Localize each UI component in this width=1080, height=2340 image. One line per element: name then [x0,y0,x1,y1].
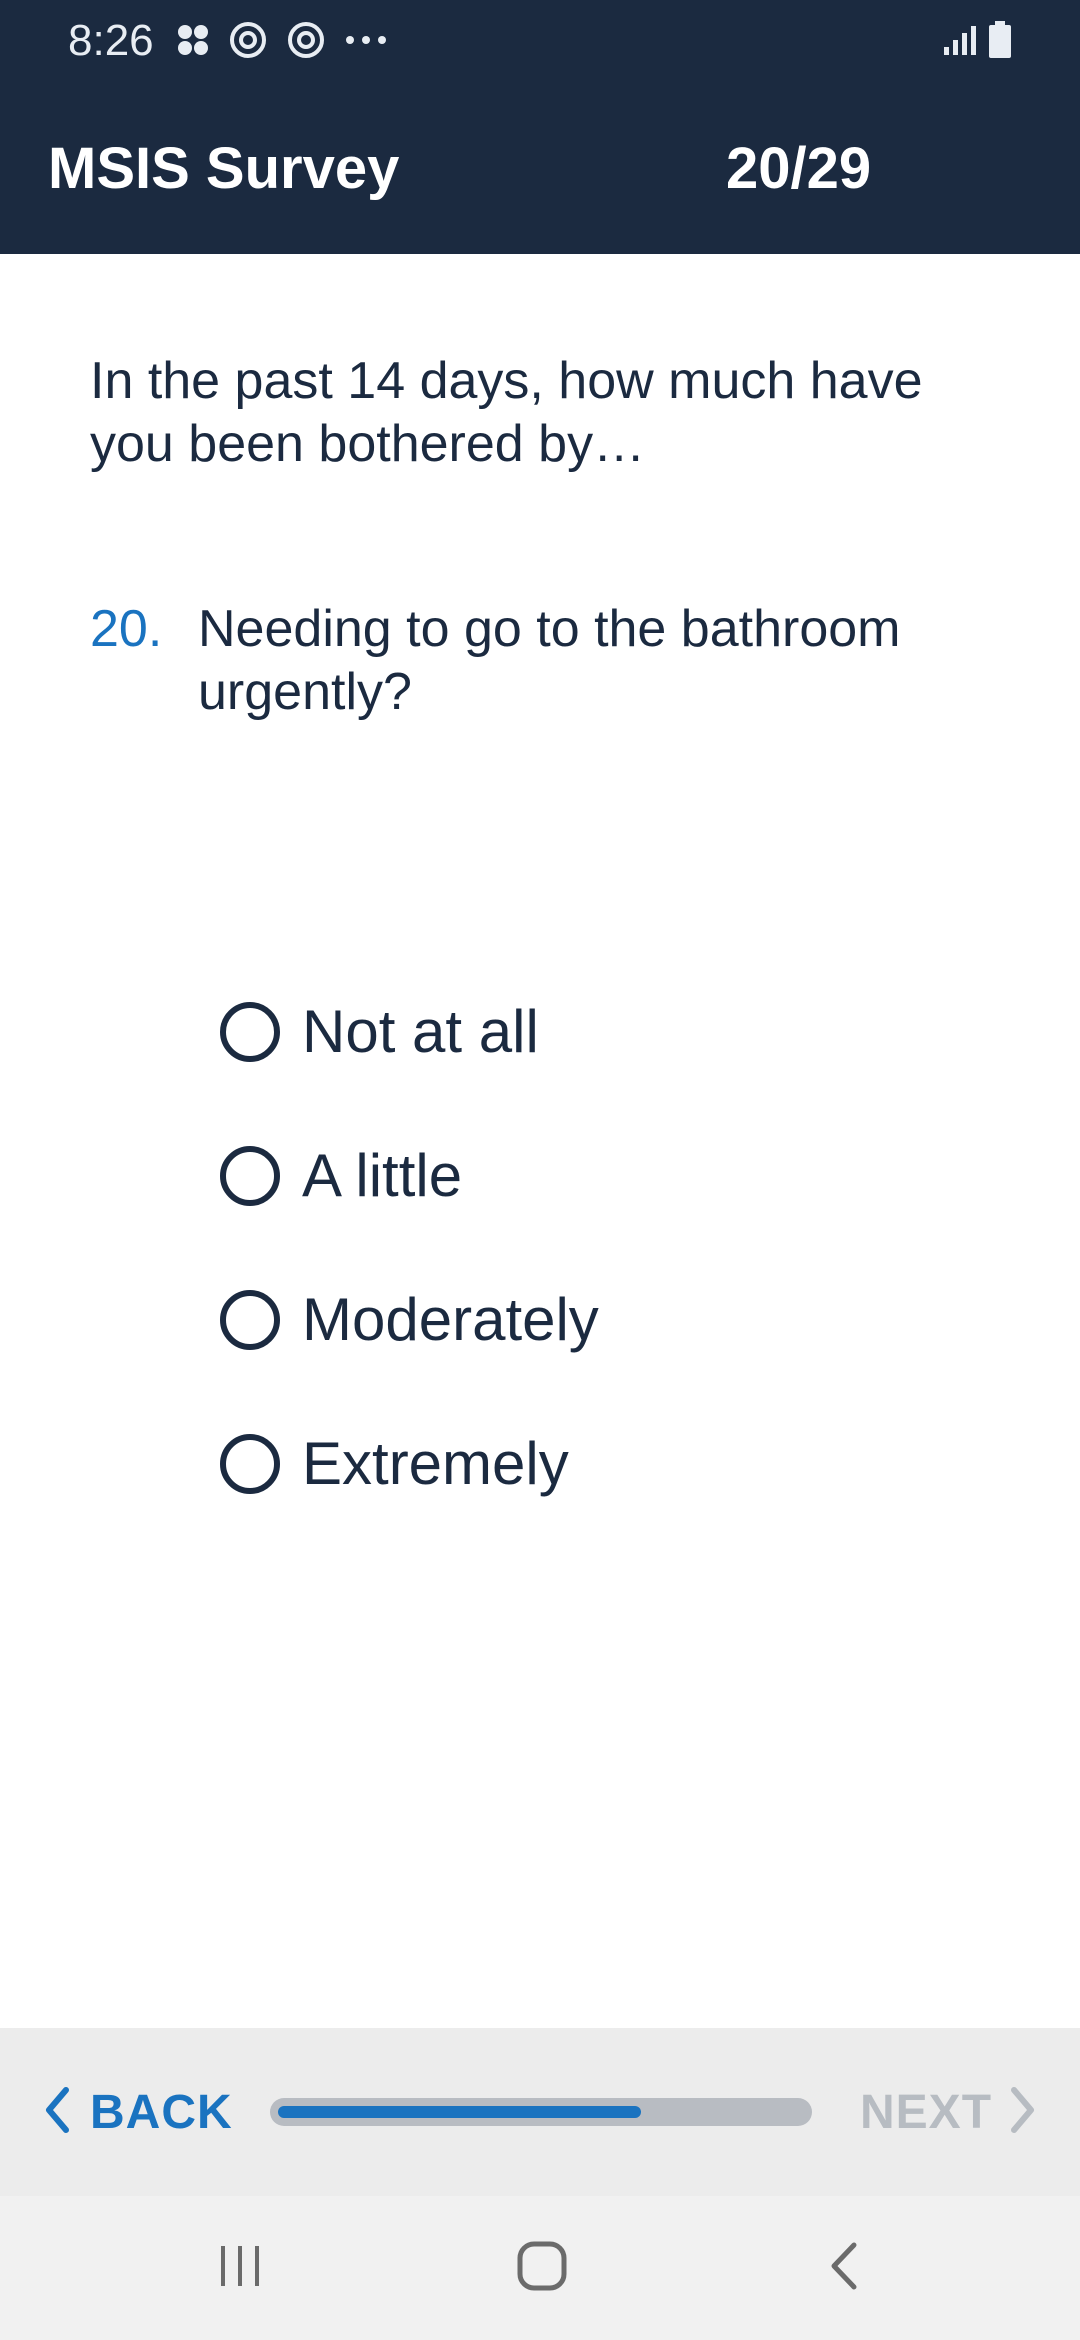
question-number: 20. [90,600,163,658]
app-header: MSIS Survey 20/29 [0,82,1080,254]
radio-button[interactable] [220,1002,280,1062]
option-label: Moderately [302,1286,599,1353]
signal-icon [942,23,978,62]
survey-intro: In the past 14 days, how much have you b… [90,352,923,473]
option-a-little[interactable]: A little [220,1104,980,1248]
question-text: Needing to go to the bathroom urgently? [198,600,901,721]
home-icon [516,2240,568,2297]
recent-apps-icon [216,2242,264,2295]
back-label: BACK [90,2085,233,2139]
question-counter: 20/29 [726,136,872,201]
status-time: 8:26 [68,16,154,65]
notification-icons [176,20,388,64]
radio-button[interactable] [220,1146,280,1206]
chevron-right-icon [1010,2086,1036,2139]
system-icons [942,20,1012,64]
option-extremely[interactable]: Extremely [220,1392,980,1536]
survey-footer: BACK NEXT [0,2028,1080,2196]
sync-icon [228,20,268,65]
system-back-button[interactable] [804,2232,884,2304]
home-button[interactable] [502,2232,582,2304]
next-button[interactable]: NEXT [860,2076,1036,2148]
system-nav-bar [0,2196,1080,2340]
option-label: Extremely [302,1430,569,1497]
option-not-at-all[interactable]: Not at all [220,960,980,1104]
sync-icon [286,20,326,65]
chevron-left-icon [44,2086,70,2139]
option-moderately[interactable]: Moderately [220,1248,980,1392]
battery-icon [988,20,1012,64]
page-title: MSIS Survey [48,136,400,201]
app-grid-icon [176,23,210,62]
status-bar: 8:26 [0,0,1080,82]
radio-button[interactable] [220,1290,280,1350]
recent-apps-button[interactable] [200,2232,280,2304]
next-label: NEXT [860,2085,993,2139]
back-icon [828,2241,860,2296]
back-button[interactable]: BACK [44,2076,233,2148]
progress-fill [278,2106,641,2118]
question: 20. Needing to go to the bathroom urgent… [90,598,990,724]
radio-button[interactable] [220,1434,280,1494]
option-label: A little [302,1142,463,1209]
more-dots-icon [344,33,388,51]
survey-progress-bar [270,2098,812,2126]
option-label: Not at all [302,998,539,1065]
answer-options: Not at all A little Moderately Extremely [220,960,980,1536]
